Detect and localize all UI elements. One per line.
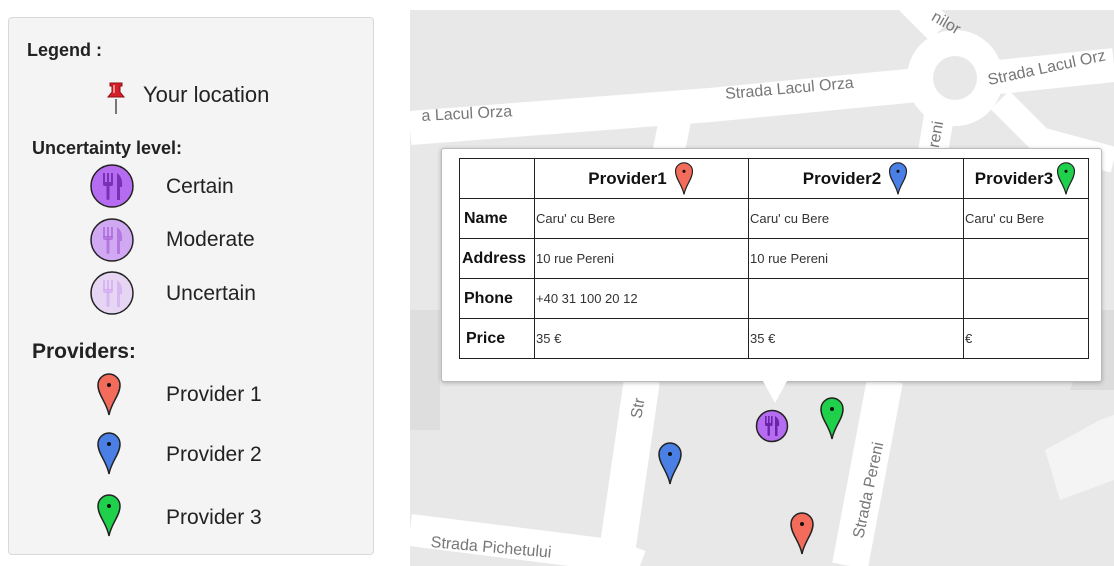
provider-1-label: Provider 1 (166, 383, 262, 406)
legend-panel: Legend : Your location Uncertainty level… (8, 17, 374, 555)
legend-title: Legend : (27, 40, 102, 60)
fork-knife-icon[interactable] (755, 409, 789, 443)
table-cell (748, 278, 964, 319)
provider-3-label: Provider 3 (166, 506, 262, 529)
providers-title: Providers: (32, 340, 136, 363)
uncertainty-label-uncertain: Uncertain (166, 282, 256, 305)
row-label: Address (459, 238, 535, 279)
table-cell: Caru' cu Bere (963, 198, 1089, 239)
popup-pointer (763, 381, 787, 403)
table-cell: 35 € (534, 318, 749, 359)
map-marker-icon (97, 373, 121, 416)
map-marker-icon (97, 494, 121, 537)
table-cell: 10 rue Pereni (534, 238, 749, 279)
table-cell (963, 278, 1089, 319)
map-marker-icon (889, 161, 908, 195)
map-marker-icon[interactable] (820, 397, 844, 441)
map-marker-icon (1057, 161, 1076, 195)
table-header-empty (459, 158, 535, 199)
table-row: Address 10 rue Pereni 10 rue Pereni (459, 238, 1089, 279)
row-label: Price (459, 318, 535, 359)
pushpin-icon (106, 82, 126, 114)
table-header-row: Provider1 Provider2 Provider3 (459, 158, 1089, 199)
info-popup: Provider1 Provider2 Provider3 Name Caru'… (441, 148, 1102, 382)
table-header-provider1: Provider1 (534, 158, 749, 199)
map-marker-icon[interactable] (658, 442, 682, 486)
table-cell: +40 31 100 20 12 (534, 278, 749, 319)
fork-knife-icon (90, 164, 134, 208)
your-location-label: Your location (143, 82, 270, 107)
header-label: Provider1 (588, 168, 667, 188)
uncertainty-label-moderate: Moderate (166, 228, 255, 251)
table-header-provider3: Provider3 (963, 158, 1089, 199)
uncertainty-title: Uncertainty level: (32, 138, 183, 158)
table-cell: 35 € (748, 318, 964, 359)
row-label: Name (459, 198, 535, 239)
table-cell: € (963, 318, 1089, 359)
table-cell: Caru' cu Bere (748, 198, 964, 239)
table-cell: 10 rue Pereni (748, 238, 964, 279)
table-row: Phone +40 31 100 20 12 (459, 278, 1089, 319)
row-label: Phone (459, 278, 535, 319)
table-row: Price 35 € 35 € € (459, 318, 1089, 359)
header-label: Provider3 (974, 168, 1054, 188)
provider-2-label: Provider 2 (166, 443, 262, 466)
table-cell (963, 238, 1089, 279)
fork-knife-icon (90, 218, 134, 262)
map-marker-icon (674, 161, 693, 195)
table-cell: Caru' cu Bere (534, 198, 749, 239)
header-label: Provider2 (802, 168, 882, 188)
map-marker-icon[interactable] (790, 512, 814, 556)
uncertainty-label-certain: Certain (166, 175, 234, 198)
fork-knife-icon (90, 271, 134, 315)
map-marker-icon (97, 432, 121, 475)
street-label: Str (628, 396, 649, 420)
table-row: Name Caru' cu Bere Caru' cu Bere Caru' c… (459, 198, 1089, 239)
table-header-provider2: Provider2 (748, 158, 964, 199)
provider-comparison-table: Provider1 Provider2 Provider3 Name Caru'… (459, 158, 1089, 359)
